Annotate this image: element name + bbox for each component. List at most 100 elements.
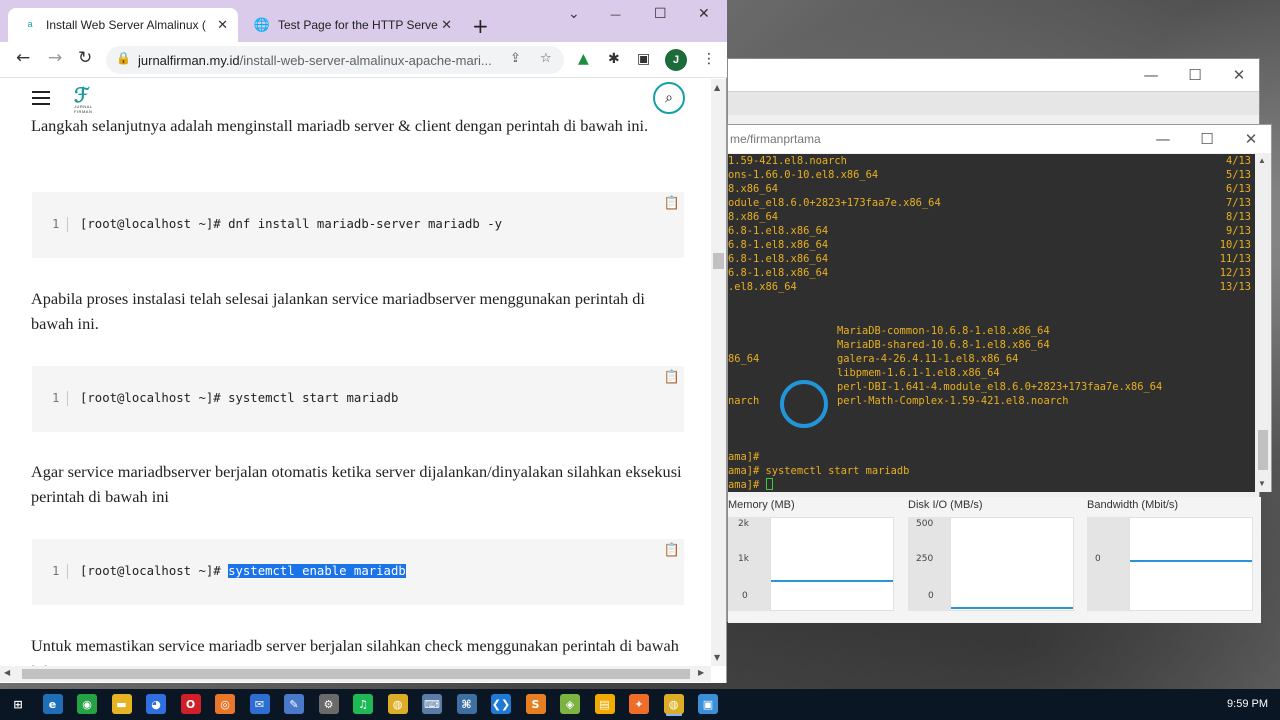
tm-maximize-button[interactable]: ☐ (1173, 59, 1217, 91)
keyboard-taskbar-icon[interactable]: ⌨ (422, 694, 442, 714)
url-text[interactable]: jurnalfirman.my.id/install-web-server-al… (138, 53, 506, 68)
vscode-taskbar-icon[interactable]: ❮❯ (491, 694, 511, 714)
close-button[interactable]: ✕ (698, 6, 710, 22)
terminal-line: 86_64 (728, 353, 760, 365)
paragraph: Langkah selanjutnya adalah menginstall m… (31, 116, 649, 135)
drive-extension-icon[interactable]: ▲ (578, 51, 589, 67)
page-vertical-scrollbar[interactable]: ▲ ▼ (711, 79, 726, 666)
web-page: ℱ JURNAL FIRMAN ⌕ Langkah selanjutnya ad… (0, 79, 711, 666)
code-line[interactable]: [root@localhost ~]# systemctl start mari… (80, 391, 398, 406)
edge-legacy-taskbar-icon[interactable]: e (42, 694, 63, 714)
copy-code-icon[interactable]: 📋 (664, 543, 680, 558)
terminal-line: odule_el8.6.0+2823+173faa7e.x86_64 (728, 197, 941, 209)
term-minimize-button[interactable]: — (1141, 125, 1185, 153)
search-button[interactable]: ⌕ (653, 82, 685, 114)
reload-button[interactable]: ↻ (78, 48, 92, 68)
horizontal-scroll-thumb[interactable] (22, 669, 690, 679)
terminal-progress-count: 9/13 (1225, 225, 1251, 237)
notes-taskbar-icon[interactable]: ▤ (594, 694, 615, 714)
terminal-installed-package: MariaDB-shared-10.6.8-1.el8.x86_64 (837, 339, 1050, 351)
scroll-right-arrow[interactable]: ▶ (698, 668, 704, 677)
close-tab-icon[interactable]: ✕ (441, 18, 452, 33)
disk-graph-label: Disk I/O (MB/s) (908, 499, 983, 511)
scroll-down-arrow[interactable]: ▼ (714, 653, 720, 662)
taskbar-clock[interactable]: 9:59 PM (1227, 698, 1268, 710)
sublime-taskbar-icon[interactable]: S (525, 694, 546, 714)
android-taskbar-icon[interactable]: ◈ (560, 694, 580, 714)
tab-strip: ᵃ Install Web Server Almalinux (Ap ✕ 🌐 T… (0, 0, 727, 42)
tab-test-page[interactable]: 🌐 Test Page for the HTTP Server on ✕ (240, 8, 462, 42)
search-icon: ⌕ (665, 90, 673, 106)
code-line[interactable]: [root@localhost ~]# systemctl enable mar… (80, 564, 406, 579)
code-line[interactable]: [root@localhost ~]# dnf install mariadb-… (80, 217, 502, 232)
browser-taskbar-icon[interactable]: ◕ (146, 694, 166, 714)
terminal-output[interactable]: 1.59-421.el8.noarch 4/13 ons-1.66.0-10.el8… (728, 154, 1257, 492)
terminal-prompt-line: ama]# systemctl start mariadb (728, 465, 910, 477)
new-tab-button[interactable]: + (472, 14, 489, 38)
extensions-puzzle-icon[interactable]: ✱ (608, 51, 620, 67)
sidepanel-icon[interactable]: ▣ (637, 51, 650, 67)
forward-button[interactable]: → (48, 48, 62, 68)
network-taskbar-icon[interactable]: ⌘ (456, 694, 477, 714)
terminal-line: .el8.x86_64 (728, 281, 797, 293)
terminal-cursor (765, 478, 773, 490)
opera-taskbar-icon[interactable]: O (180, 694, 201, 714)
scroll-up-arrow[interactable]: ▲ (1258, 156, 1266, 165)
back-button[interactable]: ← (16, 48, 30, 68)
start-taskbar-icon[interactable]: ⊞ (8, 694, 28, 714)
terminal-prompt-line: ama]# (728, 451, 760, 463)
hamburger-menu-icon[interactable] (32, 91, 50, 105)
terminal-installed-package: galera-4-26.4.11-1.el8.x86_64 (837, 353, 1019, 365)
close-tab-icon[interactable]: ✕ (217, 18, 228, 33)
terminal-progress-count: 4/13 (1225, 155, 1251, 167)
tab-search-chevron-icon[interactable]: ⌄ (568, 6, 580, 22)
tick: 250 (916, 554, 934, 564)
postman-taskbar-icon[interactable]: ✦ (629, 694, 649, 714)
mail-taskbar-icon[interactable]: ✉ (249, 694, 270, 714)
tab-install-web-server[interactable]: ᵃ Install Web Server Almalinux (Ap ✕ (8, 8, 238, 42)
whatsapp-taskbar-icon[interactable]: ◉ (77, 694, 97, 714)
terminal-line: 6.8-1.el8.x86_64 (728, 267, 829, 279)
paint-taskbar-icon[interactable]: ✎ (284, 694, 304, 714)
terminal-progress-count: 12/13 (1219, 267, 1251, 279)
page-scroll-thumb[interactable] (713, 253, 724, 269)
tick: 0 (928, 591, 934, 601)
chrome-taskbar-icon[interactable]: ◍ (387, 694, 408, 714)
scroll-left-arrow[interactable]: ◀ (4, 668, 10, 677)
address-bar[interactable]: 🔒 jurnalfirman.my.id/install-web-server-… (106, 46, 564, 74)
terminal-scrollbar[interactable]: ▲ ▼ (1255, 154, 1271, 492)
disk-graph-line (951, 607, 1073, 609)
tm-close-button[interactable]: ✕ (1217, 59, 1261, 91)
maximize-button[interactable]: ☐ (654, 6, 667, 22)
terminal-line: narch (728, 395, 760, 407)
site-logo[interactable]: ℱ JURNAL FIRMAN (74, 85, 110, 114)
copy-code-icon[interactable]: 📋 (664, 196, 680, 211)
terminal-progress-count: 8/13 (1225, 211, 1251, 223)
tick: 2k (738, 519, 749, 529)
page-horizontal-scrollbar[interactable]: ◀ ▶ (0, 666, 711, 682)
copy-code-icon[interactable]: 📋 (664, 370, 680, 385)
firefox-taskbar-icon[interactable]: ◎ (215, 694, 235, 714)
minimize-button[interactable]: — (610, 8, 621, 21)
terminal-scroll-thumb[interactable] (1258, 430, 1268, 470)
bookmark-star-icon[interactable]: ☆ (540, 51, 552, 66)
terminal-window: me/firmanprtama — ☐ ✕ 1.59-421.el8.noarc… (727, 124, 1272, 492)
profile-avatar[interactable]: J (665, 49, 687, 71)
share-icon[interactable]: ⇪ (510, 51, 521, 66)
tm-minimize-button[interactable]: — (1129, 59, 1173, 91)
scroll-down-arrow[interactable]: ▼ (1258, 479, 1266, 488)
term-maximize-button[interactable]: ☐ (1185, 125, 1229, 153)
bandwidth-graph-line (1130, 560, 1252, 562)
menu-kebab-icon[interactable]: ⋮ (702, 51, 716, 67)
explorer-taskbar-icon[interactable]: ▬ (111, 694, 132, 714)
bandwidth-graph: Bandwidth (Mbit/s) 0 (1087, 497, 1257, 617)
photos-taskbar-icon[interactable]: ▣ (698, 694, 718, 714)
term-close-button[interactable]: ✕ (1229, 125, 1273, 153)
terminal-progress-count: 11/13 (1219, 253, 1251, 265)
scroll-up-arrow[interactable]: ▲ (714, 83, 720, 92)
selected-text[interactable]: systemctl enable mariadb (228, 564, 406, 578)
spotify-taskbar-icon[interactable]: ♫ (353, 694, 373, 714)
chrome-active-taskbar-icon[interactable]: ◍ (663, 694, 684, 714)
code-block: 1 [root@localhost ~]# systemctl start ma… (32, 366, 684, 432)
settings-taskbar-icon[interactable]: ⚙ (318, 694, 339, 714)
